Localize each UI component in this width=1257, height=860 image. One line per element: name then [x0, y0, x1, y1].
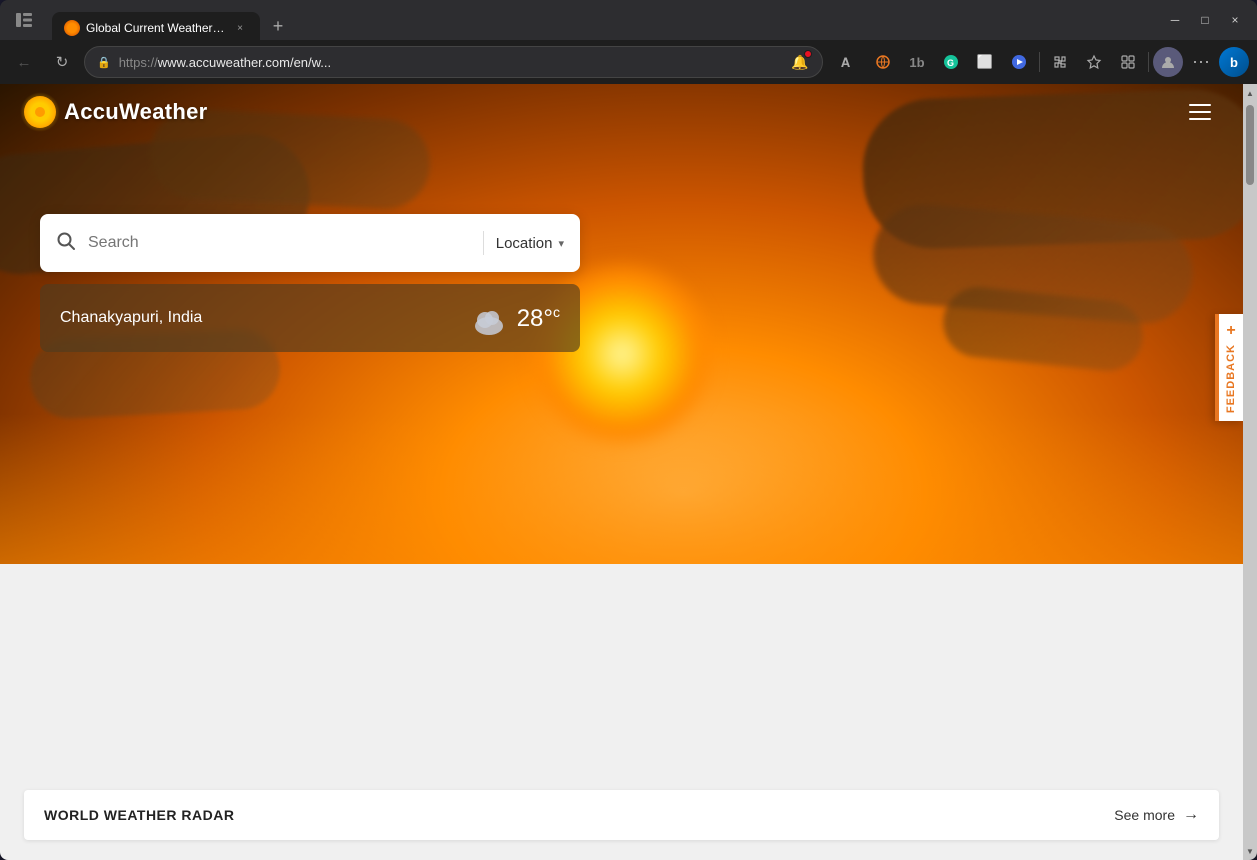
hamburger-menu-btn[interactable] — [1181, 96, 1219, 128]
radar-title: WORLD WEATHER RADAR — [44, 807, 234, 823]
grammarly-icon[interactable]: G — [935, 46, 967, 78]
location-name: Chanakyapuri, India — [60, 309, 202, 327]
svg-text:G: G — [947, 58, 954, 68]
right-scrollbar[interactable]: ▲ ▼ — [1243, 84, 1257, 860]
see-more-link[interactable]: See more → — [1114, 806, 1199, 824]
close-btn[interactable]: × — [1221, 6, 1249, 34]
location-label: Location — [496, 235, 553, 252]
play-icon[interactable] — [1003, 46, 1035, 78]
feedback-label: FEEDBACK — [1225, 344, 1237, 413]
toolbar-icons: 𝐀 1b G ⬜ — [833, 46, 1249, 78]
weather-cloud-moon-icon — [463, 300, 505, 336]
window-controls: ─ □ × — [1161, 6, 1249, 34]
address-text: https://www.accuweather.com/en/w... — [119, 55, 782, 70]
search-divider — [483, 231, 484, 255]
notif-badge — [804, 50, 812, 58]
favorites-icon[interactable] — [1078, 46, 1110, 78]
nav-bar: ← ↻ 🔒 https://www.accuweather.com/en/w..… — [0, 40, 1257, 84]
search-area: Location ▾ Chanakyapuri, India — [40, 214, 580, 352]
collections-icon[interactable] — [1112, 46, 1144, 78]
scroll-thumb[interactable] — [1246, 105, 1254, 185]
horizon-haze — [0, 414, 1243, 564]
feedback-button[interactable]: + FEEDBACK — [1215, 314, 1243, 421]
hero-section: AccuWeather — [0, 84, 1243, 564]
tab-close-btn[interactable]: × — [232, 20, 248, 36]
arrow-right-icon: → — [1183, 806, 1199, 824]
feedback-plus-icon: + — [1226, 322, 1235, 340]
logo-container[interactable]: AccuWeather — [24, 96, 208, 128]
search-input[interactable] — [88, 234, 471, 252]
page-content: AccuWeather — [0, 84, 1243, 860]
extensions-icon[interactable]: 1b — [901, 46, 933, 78]
refresh-btn[interactable]: ↻ — [46, 46, 78, 78]
tab-bar: Global Current Weather | AccuW × + — [52, 0, 1157, 40]
temperature-display: 28°c — [517, 304, 560, 333]
toolbar-divider — [1039, 52, 1040, 72]
profile-icon[interactable] — [1153, 47, 1183, 77]
hamburger-line — [1189, 111, 1211, 113]
browser-ext-icon[interactable]: ⬜ — [969, 46, 1001, 78]
below-hero-section: WORLD WEATHER RADAR See more → — [0, 564, 1243, 860]
logo-text: AccuWeather — [64, 99, 208, 125]
maximize-btn[interactable]: □ — [1191, 6, 1219, 34]
search-icon — [56, 231, 76, 256]
feedback-panel: + FEEDBACK — [1215, 314, 1243, 421]
search-box: Location ▾ — [40, 214, 580, 272]
scroll-down-arrow[interactable]: ▼ — [1243, 844, 1257, 858]
location-dropdown[interactable]: Location ▾ — [496, 235, 564, 252]
notification-icon[interactable]: 🔔 — [790, 52, 810, 72]
sidebar-toggle-btn[interactable] — [8, 4, 40, 36]
new-tab-button[interactable]: + — [264, 12, 292, 40]
content-area: AccuWeather — [0, 84, 1257, 860]
weather-info: 28°c — [463, 300, 560, 336]
translate-icon[interactable] — [867, 46, 899, 78]
puzzle-icon[interactable] — [1044, 46, 1076, 78]
scroll-up-arrow[interactable]: ▲ — [1243, 86, 1257, 100]
scroll-track — [1243, 100, 1257, 844]
location-card[interactable]: Chanakyapuri, India — [40, 284, 580, 352]
title-bar: Global Current Weather | AccuW × + ─ □ × — [0, 0, 1257, 40]
active-tab[interactable]: Global Current Weather | AccuW × — [52, 12, 260, 44]
read-aloud-icon[interactable]: 𝐀 — [833, 46, 865, 78]
hamburger-line — [1189, 104, 1211, 106]
back-btn[interactable]: ← — [8, 46, 40, 78]
logo-sun-icon — [24, 96, 56, 128]
site-header: AccuWeather — [0, 84, 1243, 140]
svg-text:𝐀: 𝐀 — [841, 55, 850, 70]
address-bar[interactable]: 🔒 https://www.accuweather.com/en/w... 🔔 — [84, 46, 823, 78]
hamburger-line — [1189, 118, 1211, 120]
lock-icon: 🔒 — [97, 56, 111, 69]
toolbar-divider-2 — [1148, 52, 1149, 72]
see-more-label: See more — [1114, 807, 1175, 823]
settings-icon[interactable]: ⋯ — [1185, 46, 1217, 78]
chevron-down-icon: ▾ — [558, 237, 564, 250]
radar-section: WORLD WEATHER RADAR See more → — [24, 790, 1219, 840]
bing-chat-icon[interactable]: b — [1219, 47, 1249, 77]
tab-title: Global Current Weather | AccuW — [86, 21, 226, 35]
minimize-btn[interactable]: ─ — [1161, 6, 1189, 34]
tab-favicon — [64, 20, 80, 36]
